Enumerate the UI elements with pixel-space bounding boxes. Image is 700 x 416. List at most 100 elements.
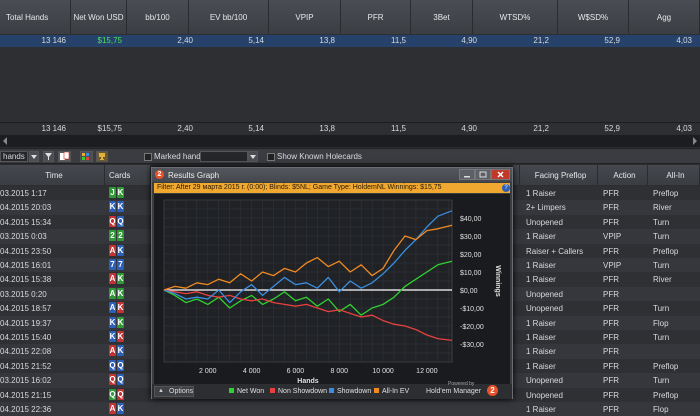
maximize-button[interactable] (475, 169, 491, 180)
y-tick-label: $30,00 (460, 234, 482, 241)
col-agg[interactable]: Agg (629, 0, 700, 34)
row-cards: KK (109, 331, 125, 342)
cards-view-button[interactable] (58, 151, 71, 162)
scroll-right-icon[interactable] (693, 137, 697, 145)
row-action: PFR (603, 405, 619, 414)
options-button[interactable]: ▲ Options (154, 386, 194, 397)
row-time: 04.2015 21:52 (0, 361, 52, 371)
row-facing-preflop: 1 Raiser (526, 189, 556, 198)
card: Q (117, 359, 124, 371)
maximize-icon (479, 171, 487, 178)
minimize-button[interactable] (459, 169, 475, 180)
row-time: 04.2015 15:40 (0, 333, 52, 342)
row-cards: QQ (109, 388, 125, 400)
row-time: 04.2015 19:37 (0, 318, 52, 328)
trophy-button[interactable] (96, 151, 108, 162)
row-cards: 22 (109, 230, 125, 242)
col-3bet[interactable]: 3Bet (411, 0, 473, 34)
row-allin: Preflop (653, 390, 679, 400)
filter-icon (45, 153, 52, 160)
col-time[interactable]: Time (0, 165, 105, 185)
row-time: 04.2015 20:03 (0, 203, 52, 213)
row-allin: Turn (653, 304, 670, 314)
col-wsd[interactable]: W$SD% (558, 0, 629, 34)
col-bb100[interactable]: bb/100 (127, 0, 189, 34)
x-tick-label: 10 000 (372, 368, 394, 375)
graph-footer: ▲ Options Net Won Non Showdown Showdown … (152, 381, 512, 399)
filter-button[interactable] (43, 151, 54, 162)
row-action: PFR (603, 347, 619, 357)
row-facing-preflop: Unopened (526, 289, 563, 299)
stat-vpip: 13,8 (319, 36, 335, 45)
col-total-hands[interactable]: Total Hands (0, 0, 71, 34)
row-time: 04.2015 21:15 (0, 390, 52, 400)
x-tick-label: 2 000 (199, 368, 217, 375)
view-select[interactable]: hands (0, 151, 28, 162)
col-wtsd[interactable]: WTSD% (473, 0, 558, 34)
card: A (109, 273, 116, 285)
row-facing-preflop: Unopened (526, 376, 563, 386)
row-allin: Flop (653, 318, 669, 328)
col-ev-bb100[interactable]: EV bb/100 (189, 0, 269, 34)
table-row[interactable]: 04.2015 22:36 A K 1 Raiser PFR Flop (0, 402, 700, 416)
row-facing-preflop: 1 Raiser (526, 333, 556, 342)
stat-3bet: 4,90 (461, 36, 477, 45)
help-icon[interactable]: ? (502, 184, 510, 192)
row-action: VPIP (603, 232, 622, 242)
row-cards: KK (109, 316, 125, 328)
stats-row[interactable]: 13 146 $15,75 2,40 5,14 13,8 11,5 4,90 2… (0, 35, 700, 47)
close-button[interactable] (491, 169, 510, 180)
col-cards[interactable]: Cards (105, 165, 151, 185)
card: K (117, 403, 124, 414)
row-time: 04.2015 22:08 (0, 347, 52, 357)
col-vpip[interactable]: VPIP (269, 0, 341, 34)
marked-hands-select[interactable] (200, 151, 248, 162)
row-action: PFR (603, 275, 619, 285)
y-tick-label: -$20,00 (460, 324, 484, 331)
marked-hands-checkbox[interactable] (144, 153, 152, 161)
legend-label: Non Showdown (278, 388, 328, 395)
card: K (117, 345, 124, 357)
card: K (117, 331, 124, 342)
view-dropdown-button[interactable] (29, 151, 39, 162)
legend-non-showdown: Non Showdown (270, 388, 327, 395)
col-pfr[interactable]: PFR (341, 0, 411, 34)
y-tick-label: $40,00 (460, 216, 482, 223)
graph-titlebar[interactable]: 2 Results Graph (152, 168, 512, 182)
row-cards: AK (109, 273, 125, 285)
row-cards: AK (109, 403, 125, 414)
row-allin: River (653, 203, 672, 213)
row-action: VPIP (603, 261, 622, 270)
y-tick-label: -$10,00 (460, 306, 484, 313)
row-cards: AK (109, 302, 125, 314)
options-label: Options (169, 388, 194, 395)
stats-total-row: 13 146 $15,75 2,40 5,14 13,8 11,5 4,90 2… (0, 122, 700, 134)
col-net-won[interactable]: Net Won USD (71, 0, 127, 34)
col-facing-preflop[interactable]: Facing Preflop (520, 165, 598, 185)
stat-total-hands: 13 146 (41, 36, 66, 45)
row-allin: Turn (653, 376, 670, 386)
powered-by-label: Powered by (448, 381, 475, 387)
row-facing-preflop: 2+ Limpers (526, 203, 566, 213)
row-facing-preflop: 1 Raiser (526, 232, 556, 242)
scroll-left-icon[interactable] (3, 137, 7, 145)
results-graph-window[interactable]: 2 Results Graph Filter: After 29 марта 2… (151, 167, 513, 399)
card: K (117, 302, 124, 314)
show-known-checkbox[interactable] (267, 153, 275, 161)
row-facing-preflop: Unopened (526, 304, 563, 314)
card: 7 (117, 259, 124, 270)
horizontal-scrollbar[interactable] (0, 135, 700, 147)
row-facing-preflop: Unopened (526, 217, 563, 227)
card: 2 (117, 230, 124, 242)
grid-view-button[interactable] (80, 151, 93, 162)
row-cards: AK (109, 244, 125, 256)
legend-swatch (229, 388, 234, 393)
chart-svg: $40,00 $30,00 $20,00 $10,00 $0,00 -$10,00 -$20… (163, 199, 501, 385)
row-action: PFR (603, 246, 619, 256)
row-action: PFR (603, 333, 619, 342)
col-action[interactable]: Action (598, 165, 648, 185)
row-facing-preflop: 1 Raiser (526, 405, 556, 414)
marked-hands-dropdown[interactable] (248, 151, 258, 162)
col-allin[interactable]: All-In (648, 165, 700, 185)
card: K (117, 244, 124, 256)
